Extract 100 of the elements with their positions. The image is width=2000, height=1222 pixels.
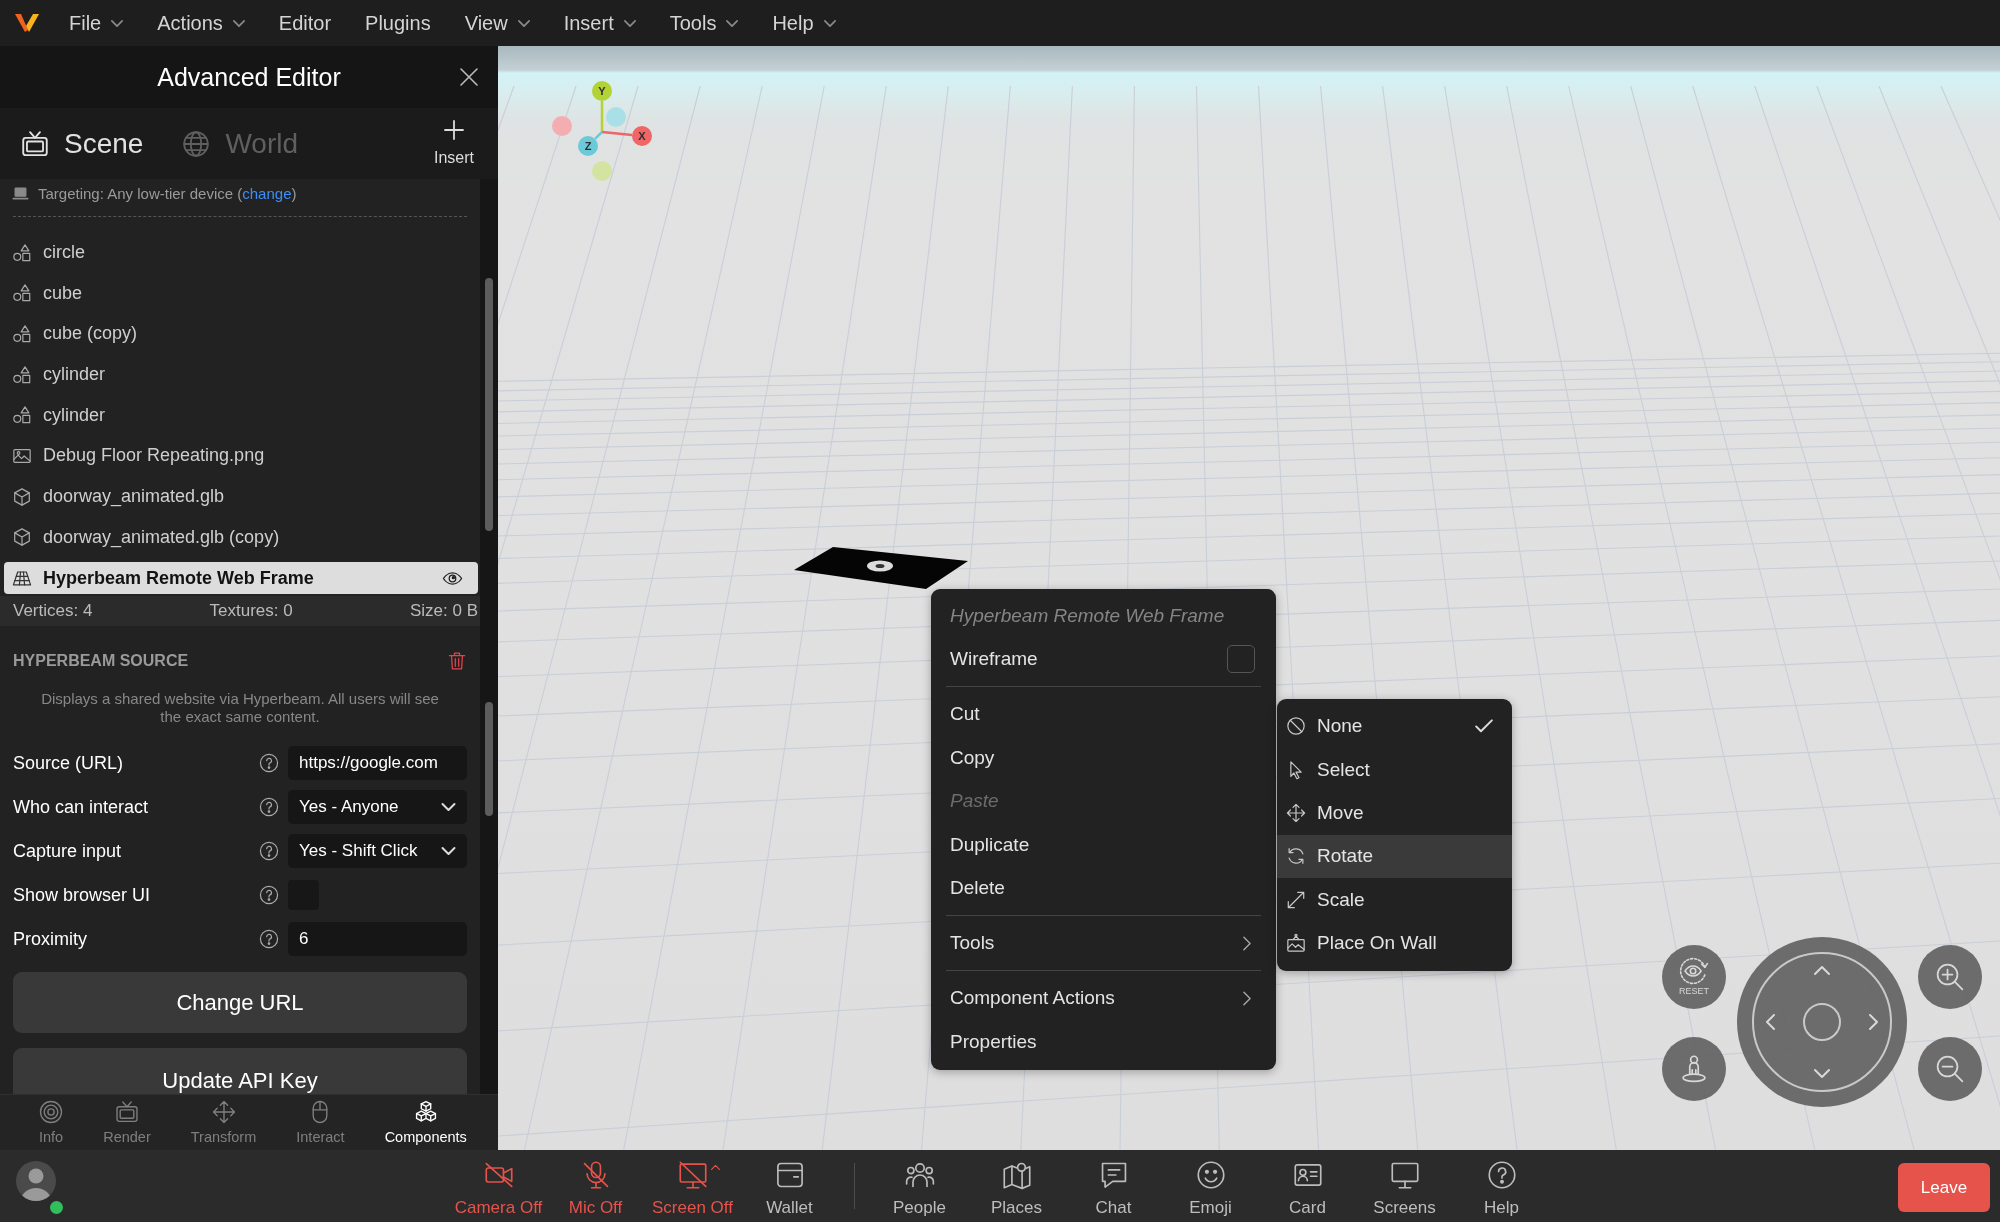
toolbar-button[interactable]: Card — [1259, 1161, 1356, 1217]
scene-item[interactable]: circle — [4, 236, 478, 269]
menu-item[interactable]: View — [464, 6, 530, 40]
leave-button[interactable]: Leave — [1898, 1163, 1990, 1212]
help-icon[interactable] — [260, 798, 278, 816]
menu-item[interactable]: Component Actions — [931, 976, 1276, 1020]
stat-text: Vertices: 4 — [13, 601, 93, 621]
toolbar-button[interactable]: Wallet — [741, 1161, 838, 1217]
toolbar-button[interactable]: Screen Off — [644, 1161, 741, 1217]
menu-item[interactable]: Help — [772, 6, 836, 40]
scene-item[interactable]: cylinder — [4, 399, 478, 432]
tab[interactable]: Render — [103, 1095, 151, 1145]
people-icon — [905, 1161, 934, 1189]
app-logo[interactable] — [15, 14, 39, 32]
scene-item[interactable]: doorway_animated.glb (copy) — [4, 521, 478, 554]
tab[interactable]: Scene — [22, 127, 144, 160]
axis-handle[interactable]: Y — [592, 81, 612, 101]
chevron-down-icon[interactable] — [1814, 1069, 1830, 1078]
action-button[interactable]: Change URL — [13, 972, 467, 1033]
help-icon[interactable] — [260, 930, 278, 948]
dropdown[interactable]: Yes - Shift Click — [288, 834, 467, 868]
action-button[interactable]: Update API Key — [13, 1048, 467, 1094]
cubes-icon — [414, 1101, 437, 1123]
menu-item[interactable]: Scale — [1277, 878, 1512, 922]
scrollbar[interactable] — [480, 179, 498, 626]
help-icon[interactable] — [260, 886, 278, 904]
axis-handle[interactable] — [606, 107, 626, 127]
tab[interactable]: Transform — [190, 1095, 257, 1145]
toolbar-button[interactable]: Chat — [1065, 1161, 1162, 1217]
image-icon — [13, 446, 31, 465]
menu-item[interactable]: Place On Wall — [1277, 921, 1512, 965]
menu-item[interactable]: Delete — [931, 866, 1276, 910]
menu-item[interactable]: File — [69, 6, 124, 40]
number-field[interactable]: 6 — [288, 922, 467, 956]
menu-item[interactable]: None — [1277, 704, 1512, 748]
toolbar-button[interactable]: Screens — [1356, 1161, 1453, 1217]
menu-item[interactable]: Move — [1277, 791, 1512, 835]
change-link[interactable]: change — [242, 184, 292, 202]
toolbar-button[interactable]: Emoji — [1162, 1161, 1259, 1217]
menu-item[interactable]: Cut — [931, 692, 1276, 736]
menu-item[interactable]: Tools — [669, 6, 739, 40]
chevron-down-icon — [232, 19, 245, 27]
chevron-down-icon — [441, 803, 456, 811]
property-label: Who can interact — [13, 796, 150, 818]
chevron-down-icon — [823, 19, 836, 27]
menu-item[interactable]: Editor — [278, 6, 332, 40]
axis-handle[interactable] — [592, 161, 612, 181]
chat-icon — [1099, 1161, 1128, 1189]
center-button[interactable] — [1803, 1003, 1841, 1041]
checkbox[interactable] — [1227, 645, 1255, 674]
menu-item[interactable]: Select — [1277, 747, 1512, 792]
section-title: HYPERBEAM SOURCE — [13, 651, 189, 671]
menu-item[interactable]: Wireframe — [931, 637, 1276, 681]
menu-item[interactable]: Copy — [931, 736, 1276, 780]
toolbar-button[interactable]: People — [871, 1161, 968, 1217]
help-icon[interactable] — [260, 754, 278, 772]
chevron-down-icon — [517, 19, 530, 27]
menu-item[interactable]: Plugins — [365, 6, 431, 40]
scene-item[interactable]: cylinder — [4, 358, 478, 391]
scene-item[interactable]: Debug Floor Repeating.png — [4, 439, 478, 472]
insert-button[interactable]: Insert — [434, 120, 474, 167]
scrollbar[interactable] — [480, 626, 498, 1094]
menu-item[interactable]: Rotate — [1277, 834, 1512, 879]
scene-item[interactable]: cube (copy) — [4, 317, 478, 350]
framed-picture-icon — [1287, 934, 1305, 953]
menu-item[interactable]: Tools — [931, 921, 1276, 965]
toolbar-button[interactable]: Help — [1453, 1161, 1550, 1217]
avatar[interactable] — [16, 1161, 56, 1201]
help-icon[interactable] — [260, 842, 278, 860]
chevron-up-icon[interactable] — [1814, 966, 1830, 975]
scene-item[interactable]: doorway_animated.glb — [4, 480, 478, 513]
tab[interactable]: Interact — [296, 1095, 345, 1145]
menu-item[interactable]: Properties — [931, 1020, 1276, 1064]
shapes-icon — [13, 284, 31, 303]
chevron-left-icon[interactable] — [1766, 1014, 1775, 1030]
tab[interactable]: Components — [384, 1095, 467, 1145]
close-icon[interactable] — [460, 68, 478, 86]
toolbar-button[interactable]: Mic Off — [547, 1161, 644, 1217]
description-text: Displays a shared website via Hyperbeam. All users will see the exact same content. — [40, 690, 440, 726]
axis-handle[interactable]: Z — [578, 136, 598, 156]
laptop-icon — [13, 186, 28, 200]
text-field[interactable]: https://google.com — [288, 746, 467, 780]
axis-handle[interactable] — [552, 116, 572, 136]
dropdown[interactable]: Yes - Anyone — [288, 790, 467, 824]
trash-icon[interactable] — [449, 652, 465, 670]
menu-item[interactable]: Actions — [157, 6, 245, 40]
toolbar-button[interactable]: Camera Off — [450, 1161, 547, 1217]
toolbar-button[interactable]: Places — [968, 1161, 1065, 1217]
menu-item[interactable]: Insert — [563, 6, 636, 40]
caret-icon[interactable] — [710, 1165, 720, 1170]
chevron-right-icon[interactable] — [1869, 1014, 1878, 1030]
menu-item[interactable]: Duplicate — [931, 823, 1276, 867]
eye-icon[interactable] — [443, 571, 462, 585]
zoom-out-button[interactable] — [1918, 1037, 1982, 1101]
reset-view-button[interactable]: RESET — [1662, 945, 1726, 1009]
tab[interactable]: Info — [39, 1095, 64, 1145]
axis-handle[interactable]: X — [632, 126, 652, 146]
mesh-icon — [13, 569, 31, 587]
scene-item[interactable]: cube — [4, 277, 478, 310]
scene-item[interactable]: Hyperbeam Remote Web Frame — [4, 562, 478, 594]
